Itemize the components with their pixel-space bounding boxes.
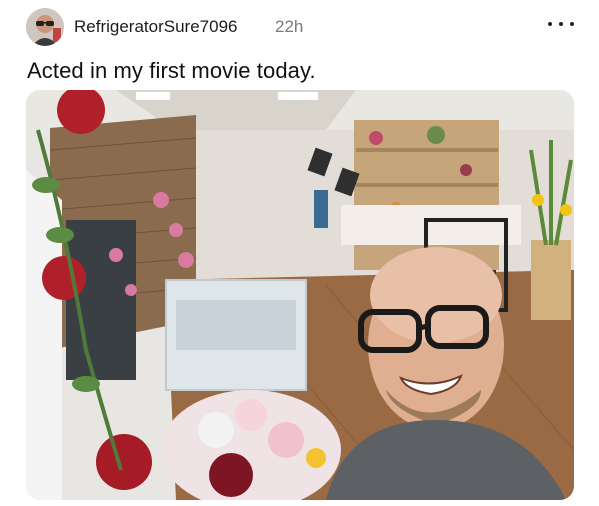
post-photo[interactable] bbox=[26, 90, 574, 500]
username[interactable]: RefrigeratorSure7096 bbox=[74, 17, 237, 37]
more-horizontal-icon[interactable] bbox=[548, 14, 574, 34]
post-timestamp: 22h bbox=[275, 17, 304, 36]
avatar[interactable] bbox=[26, 8, 64, 46]
post-title: Acted in my first movie today. bbox=[27, 58, 316, 83]
post-header: RefrigeratorSure7096 22h bbox=[0, 0, 599, 56]
